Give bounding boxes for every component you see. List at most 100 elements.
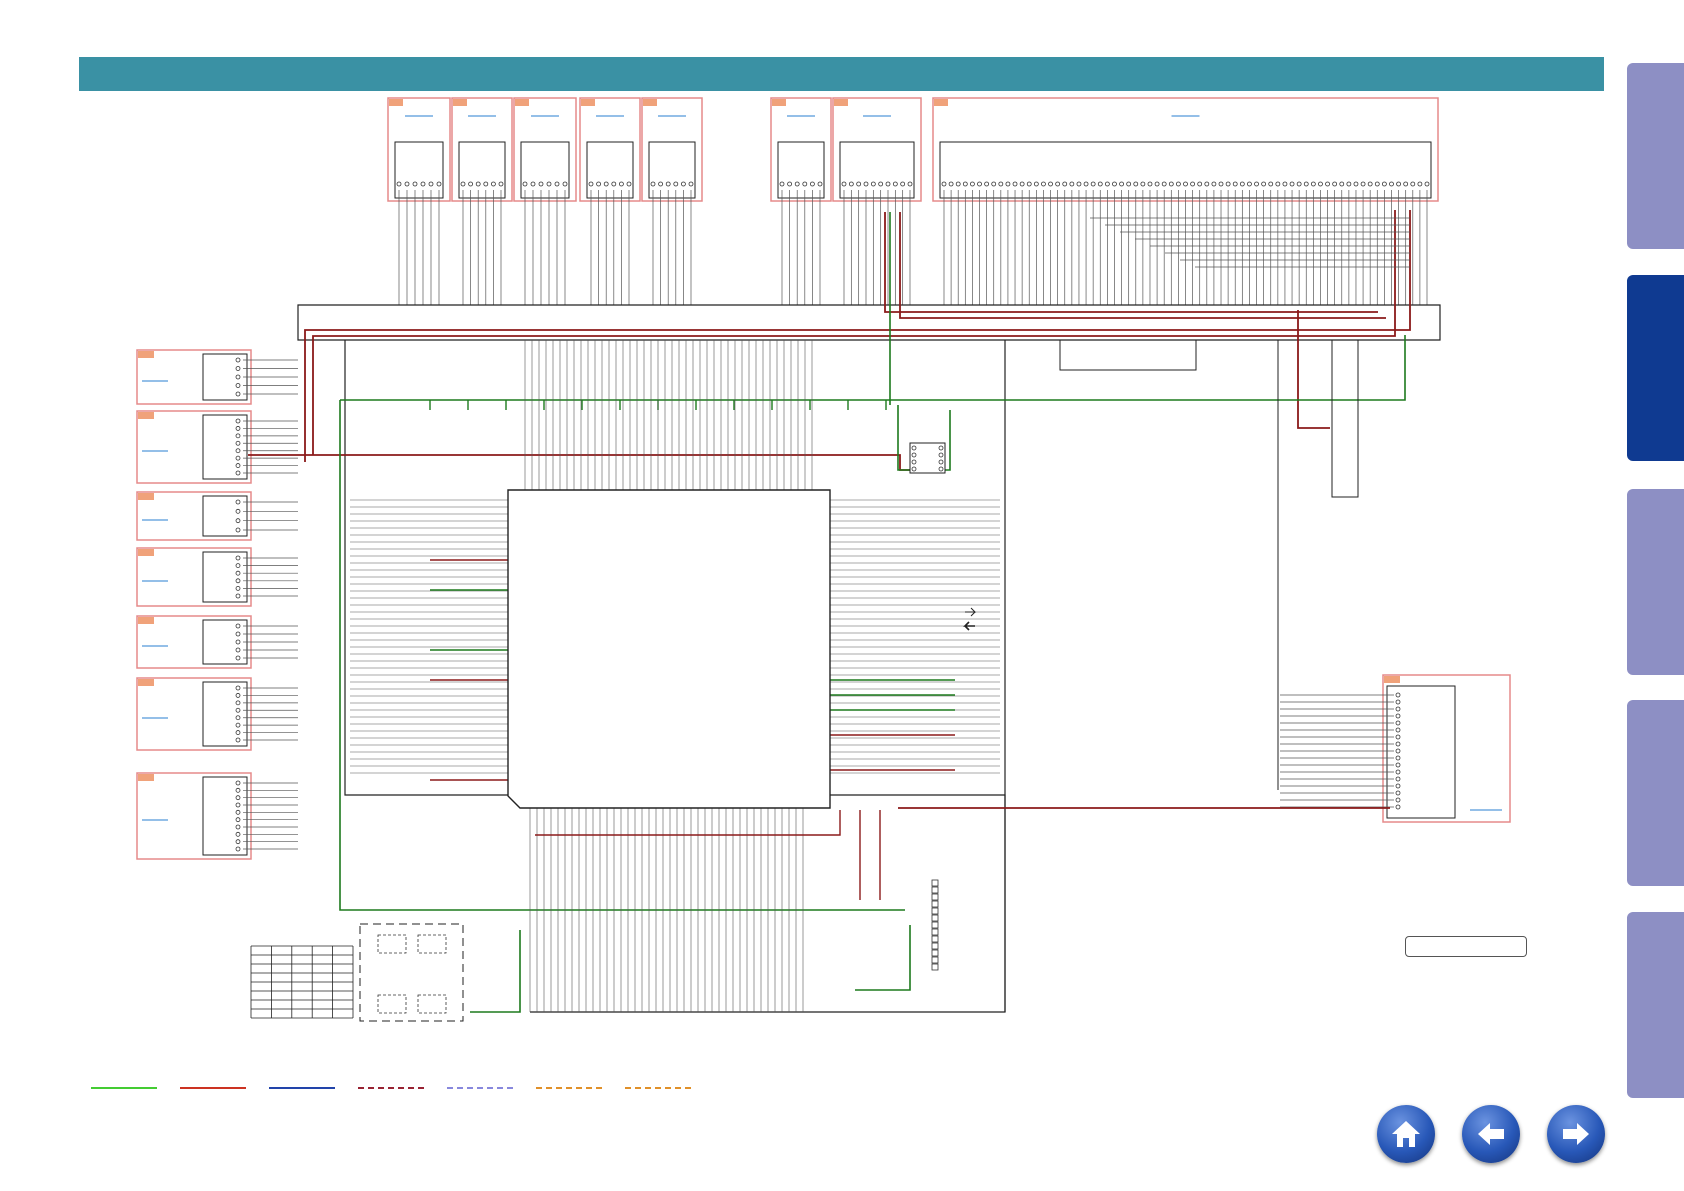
connector-pin [907,181,913,187]
connector-pin [802,181,808,187]
forward-button[interactable] [1547,1105,1605,1163]
connector-pin [1318,181,1323,187]
connector-pin [1303,181,1309,187]
connector-pin [554,181,560,187]
back-button[interactable] [1462,1105,1520,1163]
connector-pin [1289,181,1295,187]
legend-red-solid [180,1087,246,1089]
arrow-right-icon [1563,1123,1589,1145]
connector-pin [235,809,241,815]
legend-blue-solid [269,1087,335,1089]
connector-tag [934,99,948,106]
left-connector-frame [136,547,252,607]
sub-board-part [377,994,407,1014]
connector-tag [515,99,529,106]
left-connector-frame [136,491,252,541]
top-bus-frame [297,304,1441,341]
connector-pin [235,418,241,424]
legend-lavender-dashed [447,1087,513,1089]
connector-pin [1268,181,1274,187]
connector-pin [1275,181,1281,187]
legend-green-solid [91,1087,157,1089]
connector-pin [436,181,442,187]
connector-pin [235,685,241,691]
connector-tag [138,679,154,686]
left-connector-frame [136,410,252,484]
connector-pin [681,181,686,187]
connector-pin [941,181,947,187]
connector-pin [460,181,466,187]
connector-pin [235,440,241,446]
connector-pin [1239,181,1245,187]
connector-pin [863,181,869,187]
connector-pin [1381,181,1387,187]
legend-orange-dashed-2 [625,1087,691,1089]
connector-pin [522,181,528,187]
connector-pin [1396,181,1401,187]
connector-pin [235,693,241,698]
connector-pin [562,181,568,187]
connector-pin [235,824,241,830]
connector-body [520,141,570,199]
connector-pin [1112,181,1117,187]
connector-pin [673,181,679,187]
connector-pin [1168,181,1174,187]
connector-pin [1247,181,1252,187]
connector-tag [772,99,786,106]
arrow-left-icon [1478,1123,1504,1145]
header-pin [931,879,939,887]
top-connector-group [387,97,1439,305]
connector-pin [1395,706,1401,712]
connector-pin [955,181,961,187]
connector-body [202,414,248,480]
connector-body [839,141,915,199]
connector-body [777,141,825,199]
header-pin [931,907,939,915]
connector-pin [235,586,241,591]
connector-pin [1069,181,1075,187]
connector-pin [1395,790,1401,796]
connector-pin [1395,762,1401,768]
connector-body [202,551,248,603]
connector-pin [870,181,876,187]
header-pin [931,886,939,894]
schematic-diagram [136,97,1511,1022]
connector-pin [665,181,671,187]
connector-tag [453,99,467,106]
connector-pin [1424,181,1430,187]
connector-pin [1261,181,1267,187]
connector-pin [603,181,609,187]
connector-pin [1048,181,1053,187]
connector-tag [138,493,154,500]
connector-pin [650,181,656,187]
connector-pin [1395,699,1401,705]
connector-pin [1403,181,1409,187]
note-box [1405,936,1527,957]
connector-tag [1384,676,1400,683]
connector-pin [1282,181,1288,187]
legend-darkred-dashed [358,1087,424,1089]
header-pin [931,928,939,936]
connector-pin [235,730,241,735]
connector-pin [1367,181,1373,187]
sub-board-part [377,934,407,954]
connector-pin [235,518,241,524]
connector-tag [138,351,154,358]
header-pin [931,893,939,901]
connector-pin [1310,181,1316,187]
connector-pin [1147,181,1153,187]
connector-pin [1232,181,1238,187]
connector-pin [900,181,906,187]
home-button[interactable] [1377,1105,1435,1163]
header-pin [931,949,939,957]
connector-pin [1395,776,1401,782]
connector-pin [235,707,241,713]
connector-pin [1395,734,1401,740]
connector-pin [1133,181,1139,187]
connector-pin [1395,720,1401,726]
connector-pin [404,181,410,187]
connector-pin [619,181,624,187]
connector-pin [468,181,474,187]
connector-pin [1211,181,1217,187]
connector-pin [235,374,241,380]
